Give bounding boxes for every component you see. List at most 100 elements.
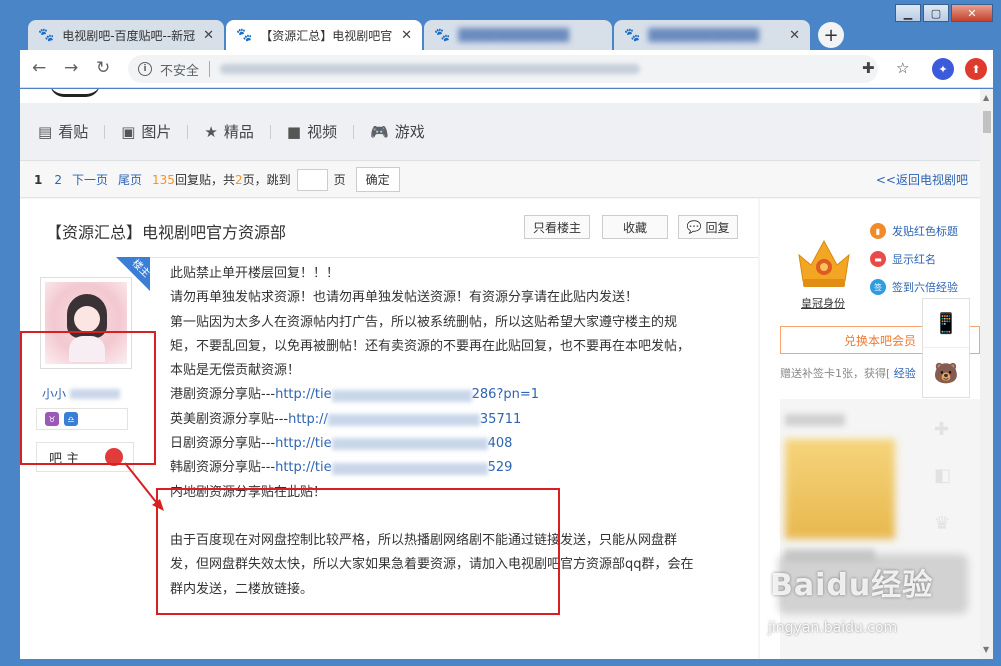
last-page-link[interactable]: 尾页: [118, 171, 142, 188]
link-label: 英美剧资源分享贴---: [170, 411, 289, 427]
nav-divider: [353, 124, 355, 139]
browser-window: ▁ ▢ ✕ 🐾 电视剧吧-百度贴吧--新冠 ✕ 🐾 【资源汇总】电视剧吧官 ✕ …: [0, 0, 1001, 666]
chat-icon: ▬: [870, 251, 886, 267]
nav-item-featured[interactable]: ★ 精品: [204, 121, 253, 142]
jump-label: 页，跳到: [242, 173, 291, 187]
page-header-strip: [20, 89, 980, 103]
link-line-hk: 港剧资源分享贴--- http://tie 286?pn=1: [170, 383, 750, 407]
nav-label: 图片: [141, 123, 172, 141]
nav-divider: [269, 124, 271, 139]
link-label: 韩剧资源分享贴---: [170, 460, 276, 476]
info-icon[interactable]: i: [138, 62, 152, 76]
nav-item-video[interactable]: ■ 视频: [287, 121, 337, 142]
highlight-box-links: [156, 488, 560, 615]
tab-blurred-2[interactable]: 🐾 ████████████ ✕: [614, 20, 810, 50]
link-label: 港剧资源分享贴---: [170, 387, 276, 403]
baidu-paw-icon: 🐾: [38, 27, 55, 43]
new-tab-button[interactable]: +: [818, 22, 844, 48]
address-bar[interactable]: i 不安全: [128, 55, 878, 83]
divider: [148, 257, 758, 258]
resource-link[interactable]: http://tie: [275, 456, 332, 480]
perk-sign-exp: 签 签到六倍经验: [870, 279, 958, 295]
reply-label: 回复: [705, 220, 730, 235]
resource-link-end[interactable]: 529: [488, 456, 513, 480]
url-text: [220, 64, 641, 74]
page-link-2[interactable]: 2: [54, 173, 62, 187]
sign-card-note: 赠送补签卡1张，获得[ 经验: [780, 365, 916, 381]
back-to-forum-link[interactable]: <<返回电视剧吧: [876, 171, 968, 188]
watermark-url: jingyan.baidu.com: [768, 620, 898, 636]
profile-avatar[interactable]: ✦: [932, 58, 954, 80]
jump-page-input[interactable]: [296, 168, 328, 191]
resource-link-end[interactable]: 35711: [480, 408, 521, 432]
back-arrow-icon[interactable]: ←: [32, 58, 46, 78]
link-blurred: [331, 462, 488, 475]
nav-item-posts[interactable]: ▤ 看贴: [38, 121, 88, 142]
reply-button[interactable]: 💬 回复: [678, 215, 738, 239]
forward-arrow-icon[interactable]: →: [64, 58, 78, 78]
image-icon: ▣: [121, 122, 136, 141]
blurred-image: [785, 439, 895, 539]
vertical-scrollbar[interactable]: ▲ ▼: [980, 89, 993, 659]
puzzle-extension-icon[interactable]: ✚: [862, 59, 875, 77]
page-unit-label: 页: [333, 173, 346, 187]
exp-link[interactable]: 经验: [894, 367, 916, 380]
tab-tieba-home[interactable]: 🐾 电视剧吧-百度贴吧--新冠 ✕: [28, 20, 224, 50]
resource-link[interactable]: http://: [288, 408, 328, 432]
content-line: 请勿再单独发帖求资源！也请勿再单独发帖送资源！有资源分享请在此贴内发送！: [170, 290, 639, 306]
close-tab-icon[interactable]: ✕: [789, 28, 800, 43]
favorite-button[interactable]: 收藏: [602, 215, 668, 239]
close-tab-icon[interactable]: ✕: [203, 28, 214, 43]
share-icon[interactable]: ◧: [934, 465, 951, 486]
tab-title: ████████████: [458, 28, 569, 42]
nav-item-images[interactable]: ▣ 图片: [121, 121, 171, 142]
crown-identity-link[interactable]: 皇冠身份: [801, 295, 845, 311]
tab-title: 电视剧吧-百度贴吧--新冠: [62, 28, 196, 43]
link-blurred: [327, 413, 480, 426]
perk-red-name: ▬ 显示红名: [870, 251, 936, 267]
gamepad-icon: 🎮: [370, 122, 389, 141]
only-op-button[interactable]: 只看楼主: [524, 215, 590, 239]
trophy-icon[interactable]: ♛: [934, 513, 950, 534]
nav-item-games[interactable]: 🎮 游戏: [370, 121, 425, 142]
tab-title: 【资源汇总】电视剧吧官: [260, 28, 393, 43]
browser-toolbar: ← → ↻ i 不安全 ✚ ☆ ✦ ⬆: [20, 50, 993, 88]
reply-count-label: 回复贴，共: [174, 173, 235, 187]
resource-link[interactable]: http://tie: [275, 432, 332, 456]
perk-label: 签到六倍经验: [892, 281, 958, 294]
resource-link-end[interactable]: 408: [488, 432, 513, 456]
extension-upload-icon[interactable]: ⬆: [965, 58, 987, 80]
post-main: 【资源汇总】电视剧吧官方资源部 只看楼主 收藏 💬 回复 楼主 小小 ♉ ♎ 吧…: [20, 199, 758, 659]
scroll-thumb[interactable]: [983, 111, 991, 133]
plus-icon[interactable]: ✚: [934, 419, 949, 440]
document-icon: ▤: [38, 122, 53, 141]
link-blurred: [331, 389, 472, 402]
crown-icon: [798, 239, 850, 287]
reload-icon[interactable]: ↻: [96, 58, 110, 78]
perk-label: 显示红名: [892, 253, 936, 266]
bear-face-icon[interactable]: 🐻: [923, 348, 969, 397]
link-line-us: 英美剧资源分享贴--- http:// 35711: [170, 408, 750, 432]
nav-label: 视频: [307, 123, 338, 141]
baidu-paw-icon: 🐾: [236, 27, 253, 43]
link-line-jp: 日剧资源分享贴--- http://tie 408: [170, 432, 750, 456]
content-line: 第一贴因为太多人在资源帖内打广告，所以被系统删帖，所以这贴希望大家遵守楼主的规: [170, 314, 678, 330]
link-blurred: [331, 438, 488, 451]
close-tab-icon[interactable]: ✕: [401, 28, 412, 43]
mobile-phone-icon[interactable]: 📱: [923, 299, 969, 348]
resource-link[interactable]: http://tie: [275, 383, 332, 407]
tab-blurred-1[interactable]: 🐾 ████████████: [424, 20, 612, 50]
link-label: 日剧资源分享贴---: [170, 436, 276, 452]
highlight-box-author: [20, 331, 156, 465]
post-title: 【资源汇总】电视剧吧官方资源部: [46, 223, 287, 242]
next-page-link[interactable]: 下一页: [72, 171, 108, 188]
tab-resource-post[interactable]: 🐾 【资源汇总】电视剧吧官 ✕: [226, 20, 422, 50]
tab-strip: 🐾 电视剧吧-百度贴吧--新冠 ✕ 🐾 【资源汇总】电视剧吧官 ✕ 🐾 ████…: [28, 18, 988, 50]
watermark-logo: Baidu经验: [770, 568, 934, 603]
video-icon: ■: [286, 122, 302, 141]
confirm-jump-button[interactable]: 确定: [355, 167, 400, 192]
scroll-up-icon[interactable]: ▲: [983, 93, 989, 102]
scroll-down-icon[interactable]: ▼: [983, 645, 989, 654]
resource-link-end[interactable]: 286?pn=1: [472, 383, 539, 407]
bookmark-star-icon[interactable]: ☆: [896, 59, 909, 77]
